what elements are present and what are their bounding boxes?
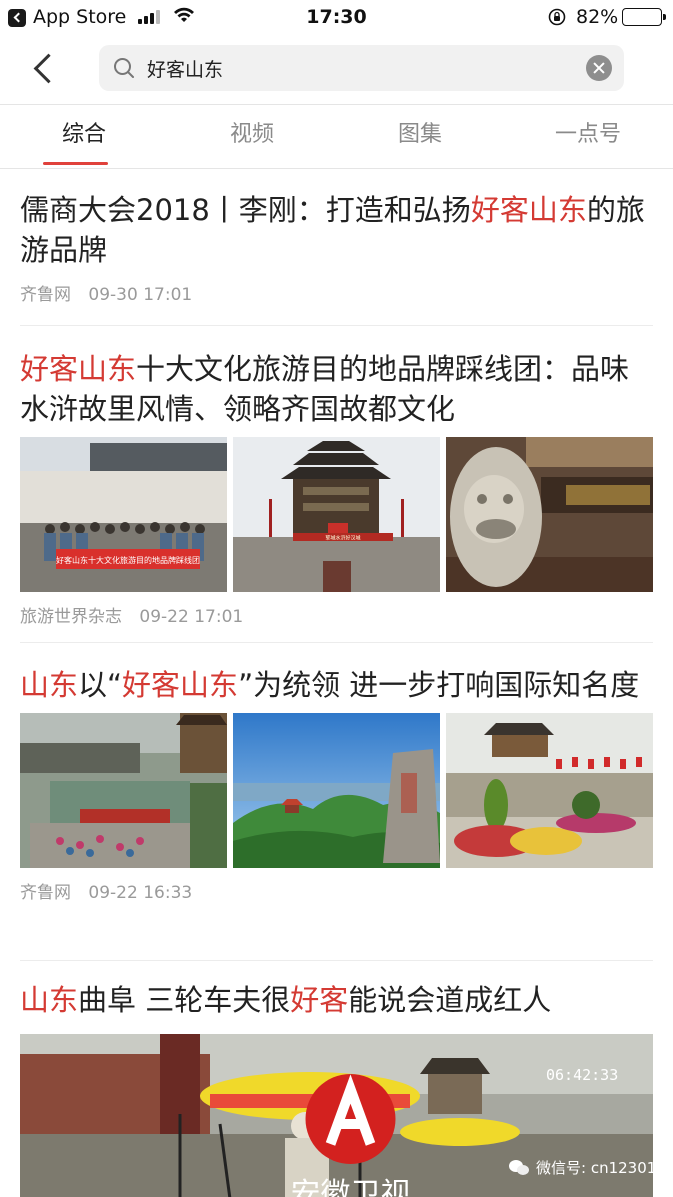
news-article-2[interactable]: 好客山东十大文化旅游目的地品牌踩线团：品味水浒故里风情、领略齐国故都文化 好客山… bbox=[20, 349, 653, 627]
battery-percent: 82% bbox=[576, 6, 619, 28]
article-meta: 旅游世界杂志 09-22 17:01 bbox=[20, 602, 653, 627]
article-time: 09-22 17:01 bbox=[139, 607, 244, 627]
back-button[interactable] bbox=[28, 50, 58, 86]
tab-overview[interactable]: 综合 bbox=[0, 105, 168, 168]
highlighted-keyword: 山东 bbox=[20, 668, 79, 702]
article-source: 齐鲁网 bbox=[20, 883, 71, 903]
article-time: 09-30 17:01 bbox=[88, 285, 193, 305]
rotation-lock-icon bbox=[548, 8, 566, 26]
article-time: 09-22 16:33 bbox=[88, 883, 193, 903]
wechat-watermark: 微信号: cn12301 bbox=[508, 1157, 656, 1178]
divider bbox=[20, 960, 653, 961]
pagoda-gate-icon: 郓城水浒好汉城 bbox=[233, 437, 440, 592]
group-photo-thumbnail[interactable]: 好客山东十大文化旅游目的地品牌踩线团 bbox=[20, 437, 227, 592]
pagoda-gate-thumbnail[interactable]: 郓城水浒好汉城 bbox=[233, 437, 440, 592]
watermark-text: 微信号: cn12301 bbox=[536, 1159, 657, 1177]
article-title: 好客山东十大文化旅游目的地品牌踩线团：品味水浒故里风情、领略齐国故都文化 bbox=[20, 349, 653, 429]
tab-bar: 综合 视频 图集 一点号 bbox=[0, 105, 673, 169]
mountain-pavilion-icon bbox=[233, 713, 440, 868]
status-bar: App Store 17:30 82% bbox=[0, 0, 673, 36]
article-meta: 齐鲁网 09-30 17:01 bbox=[20, 280, 653, 305]
article-source: 旅游世界杂志 bbox=[20, 607, 122, 627]
news-article-3[interactable]: 山东以“好客山东”为统领 进一步打响国际知名度 齐鲁网 09-22 16:33 bbox=[20, 665, 653, 903]
article-title: 儒商大会2018丨李刚：打造和弘扬好客山东的旅游品牌 bbox=[20, 190, 653, 270]
article-meta: 齐鲁网 09-22 16:33 bbox=[20, 878, 653, 903]
article-title: 山东曲阜 三轮车夫很好客能说会道成红人 bbox=[20, 980, 653, 1020]
active-tab-indicator bbox=[43, 162, 108, 165]
highlighted-keyword: 好客山东 bbox=[470, 193, 587, 227]
city-gate-flowers-icon bbox=[446, 713, 653, 868]
video-timestamp: 06:42:33 bbox=[546, 1066, 619, 1084]
mountain-pavilion-thumbnail[interactable] bbox=[233, 713, 440, 868]
article-source: 齐鲁网 bbox=[20, 285, 71, 305]
aerial-town-icon bbox=[20, 713, 227, 868]
channel-name: 安徽卫视 bbox=[291, 1177, 411, 1197]
search-input[interactable] bbox=[147, 53, 567, 83]
divider bbox=[20, 642, 653, 643]
divider bbox=[20, 325, 653, 326]
news-article-1[interactable]: 儒商大会2018丨李刚：打造和弘扬好客山东的旅游品牌 齐鲁网 09-30 17:… bbox=[20, 190, 653, 305]
image-row: 好客山东十大文化旅游目的地品牌踩线团 郓城水浒好汉城 bbox=[20, 437, 653, 592]
city-gate-flowers-thumbnail[interactable] bbox=[446, 713, 653, 868]
clear-search-button[interactable] bbox=[586, 55, 612, 81]
clock: 17:30 bbox=[306, 6, 367, 28]
search-bar[interactable] bbox=[99, 45, 624, 91]
title-text: 能说会道成红人 bbox=[348, 983, 552, 1017]
highlighted-keyword: 好客山东 bbox=[20, 352, 137, 386]
tab-yidianhao[interactable]: 一点号 bbox=[504, 105, 672, 168]
search-icon bbox=[114, 58, 134, 78]
highlighted-keyword: 好客山东 bbox=[122, 668, 239, 702]
highlighted-keyword: 好客 bbox=[290, 983, 349, 1017]
aerial-town-thumbnail[interactable] bbox=[20, 713, 227, 868]
title-text: ”为统领 进一步打响国际知名度 bbox=[238, 668, 640, 702]
stone-lion-icon bbox=[446, 437, 653, 592]
tab-gallery[interactable]: 图集 bbox=[336, 105, 504, 168]
gate-banner-text: 郓城水浒好汉城 bbox=[325, 535, 360, 542]
article-title: 山东以“好客山东”为统领 进一步打响国际知名度 bbox=[20, 665, 653, 705]
highlighted-keyword: 山东 bbox=[20, 983, 79, 1017]
tab-video[interactable]: 视频 bbox=[168, 105, 336, 168]
image-row bbox=[20, 713, 653, 868]
title-text: 以“ bbox=[78, 668, 123, 702]
group-photo-banner-icon: 好客山东十大文化旅游目的地品牌踩线团 bbox=[20, 437, 227, 592]
title-text: 儒商大会2018丨李刚：打造和弘扬 bbox=[20, 193, 471, 227]
battery-icon bbox=[622, 8, 666, 26]
banner-text: 好客山东十大文化旅游目的地品牌踩线团 bbox=[56, 555, 200, 565]
title-text: 曲阜 三轮车夫很 bbox=[78, 983, 291, 1017]
stone-lion-thumbnail[interactable] bbox=[446, 437, 653, 592]
wechat-icon bbox=[509, 1159, 529, 1175]
